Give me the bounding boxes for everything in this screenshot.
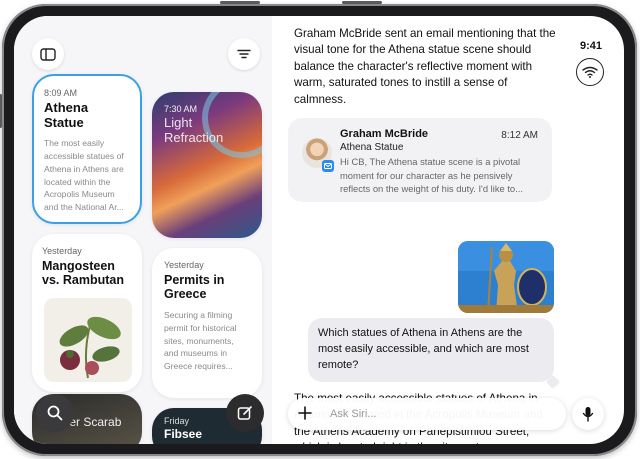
botanical-illustration [44, 298, 132, 382]
screen: 8:09 AM Athena Statue The most easily ac… [14, 16, 624, 444]
email-preview-card[interactable]: Graham McBride 8:12 AM Athena Statue Hi … [288, 118, 552, 202]
note-time: Yesterday [164, 260, 204, 270]
sidebar-icon [40, 47, 56, 61]
add-attachment-button[interactable] [298, 404, 316, 425]
assistant-message: Graham McBride sent an email mentioning … [294, 27, 556, 106]
email-body-preview: Hi CB, The Athena statue scene is a pivo… [340, 156, 523, 195]
siri-chat-area: Graham McBride sent an email mentioning … [284, 16, 624, 444]
note-card-mangosteen[interactable]: Yesterday Mangosteen vs. Rambutan [32, 234, 142, 392]
note-card-light-refraction[interactable]: 7:30 AM Light Refraction [152, 92, 262, 238]
status-bar-time: 9:41 [580, 40, 603, 52]
wifi-icon [582, 66, 598, 78]
mail-badge [322, 160, 334, 172]
note-time: 8:09 AM [44, 88, 78, 98]
ask-siri-input[interactable] [330, 408, 530, 420]
user-message-bubble: Which statues of Athena in Athens are th… [308, 318, 561, 389]
device-frame: 8:09 AM Athena Statue The most easily ac… [0, 1, 637, 456]
microphone-button[interactable] [572, 398, 604, 430]
sort-menu-button[interactable] [228, 38, 260, 70]
mail-icon [324, 163, 332, 169]
note-time: Yesterday [42, 246, 82, 256]
note-title: Permits in Greece [164, 273, 225, 302]
wifi-button[interactable] [576, 58, 604, 86]
plus-icon [298, 405, 312, 420]
note-preview: The most easily accessible statues of At… [44, 137, 124, 213]
bubble-tail [545, 374, 561, 389]
note-title: Mangosteen vs. Rambutan [42, 259, 124, 288]
ask-siri-bar [288, 398, 566, 430]
note-card-permits-greece[interactable]: Yesterday Permits in Greece Securing a f… [152, 248, 262, 398]
compose-icon [237, 406, 252, 420]
sidebar-toggle-button[interactable] [32, 38, 64, 70]
note-preview: Securing a filming permit for historical… [164, 309, 237, 372]
search-button[interactable] [36, 394, 74, 432]
email-time: 8:12 AM [501, 130, 538, 141]
compose-note-button[interactable] [226, 394, 264, 432]
note-title: Athena Statue [44, 100, 89, 130]
top-button [220, 1, 260, 4]
user-message-text: Which statues of Athena in Athens are th… [318, 327, 529, 371]
side-button [0, 94, 2, 128]
filter-lines-icon [237, 49, 251, 59]
notes-panel: 8:09 AM Athena Statue The most easily ac… [14, 16, 272, 444]
top-button [342, 1, 382, 4]
note-card-athena-statue[interactable]: 8:09 AM Athena Statue The most easily ac… [32, 74, 142, 224]
microphone-icon [582, 407, 594, 422]
email-subject: Athena Statue [340, 142, 404, 153]
note-title: Light Refraction [164, 115, 224, 145]
athena-statue-photo[interactable] [458, 241, 554, 313]
search-icon [47, 405, 63, 421]
